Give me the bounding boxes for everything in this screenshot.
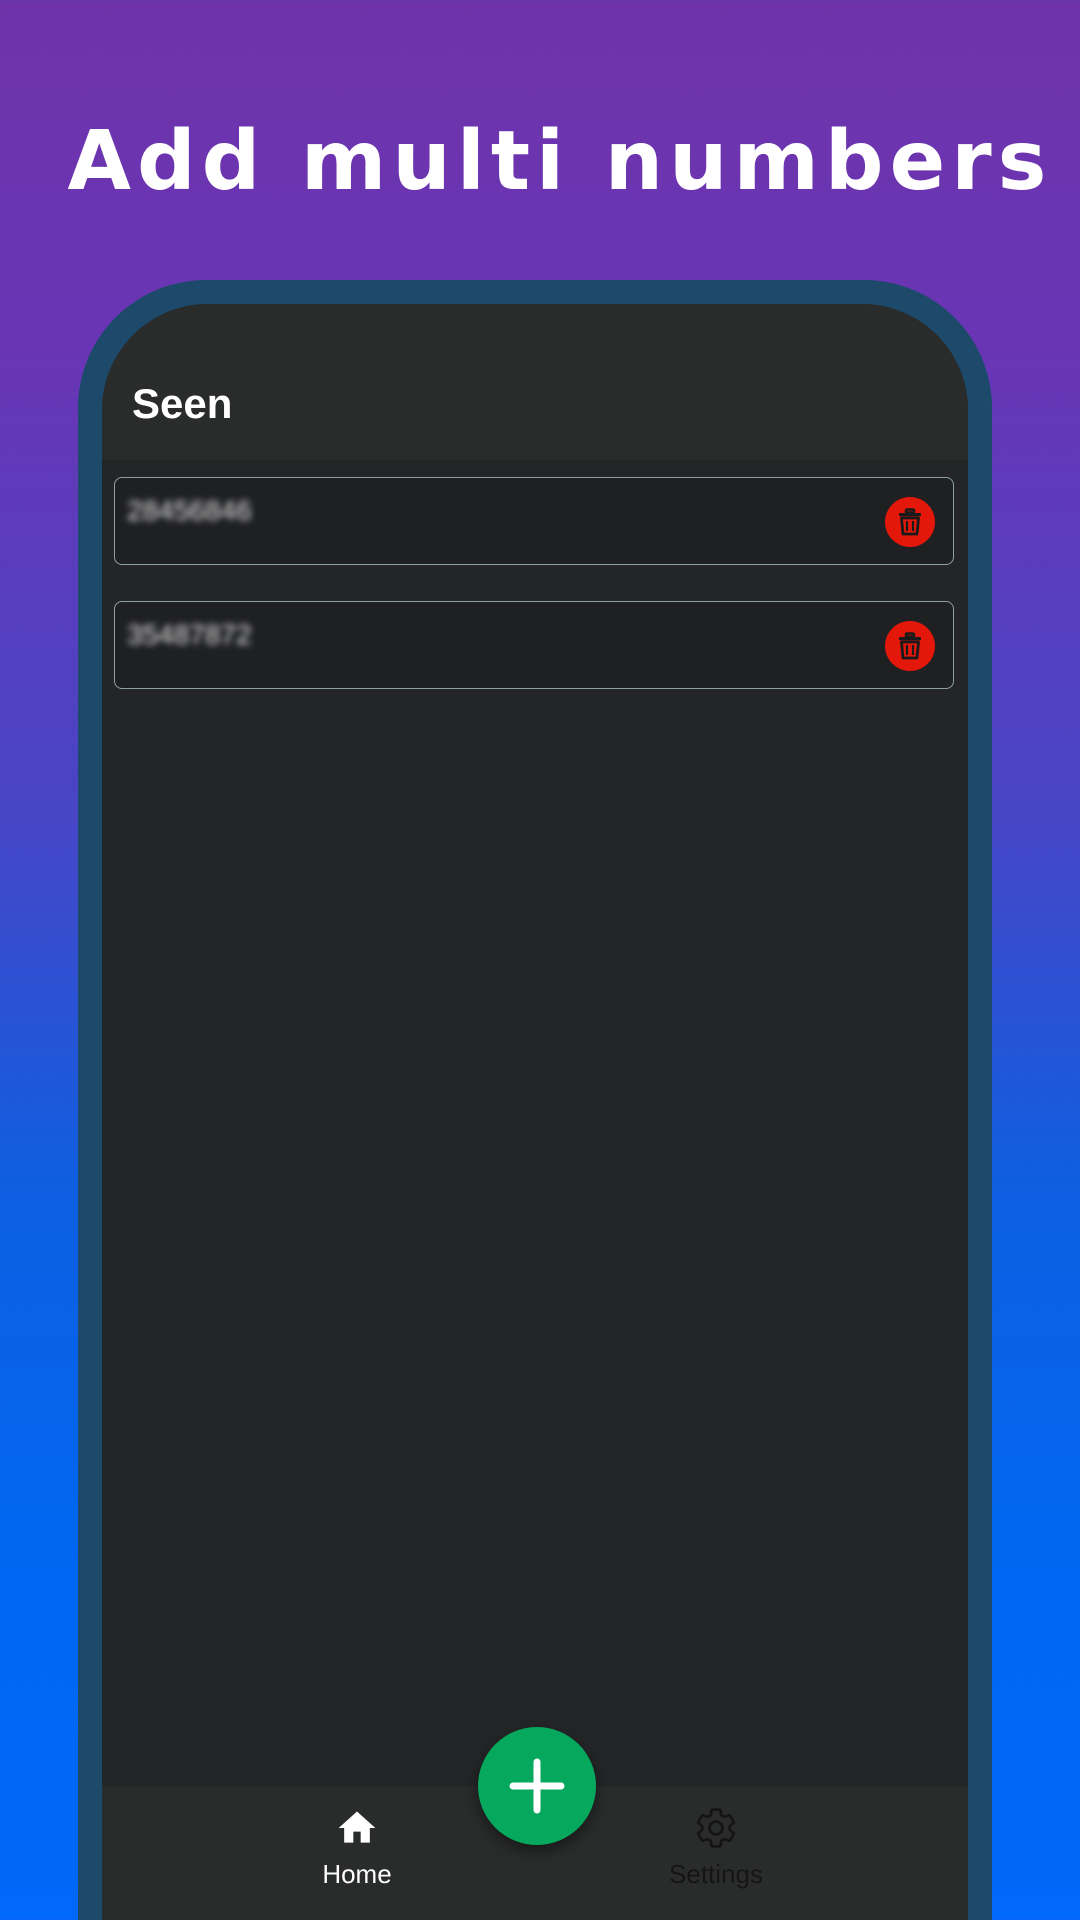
phone-number-text: 35487872	[127, 619, 252, 650]
number-card[interactable]: 28456846	[114, 477, 954, 565]
app-screen: Seen 28456846 35487872 Home Settings	[102, 304, 968, 1920]
trash-icon	[899, 508, 921, 536]
promo-headline: Add multi numbers	[67, 114, 1053, 209]
trash-icon	[899, 632, 921, 660]
nav-label-home: Home	[322, 1859, 392, 1889]
delete-number-button[interactable]	[885, 497, 935, 547]
phone-number-text: 28456846	[127, 495, 252, 526]
home-icon	[338, 1811, 376, 1843]
plus-icon	[509, 1758, 565, 1814]
gear-icon	[696, 1808, 736, 1848]
nav-item-home[interactable]: Home	[237, 1786, 477, 1920]
number-card[interactable]: 35487872	[114, 601, 954, 689]
nav-label-settings: Settings	[669, 1859, 763, 1889]
delete-number-button[interactable]	[885, 621, 935, 671]
nav-item-settings[interactable]: Settings	[596, 1786, 836, 1920]
app-bar: Seen	[102, 304, 968, 460]
app-title: Seen	[132, 380, 233, 427]
add-number-button[interactable]	[478, 1727, 596, 1845]
